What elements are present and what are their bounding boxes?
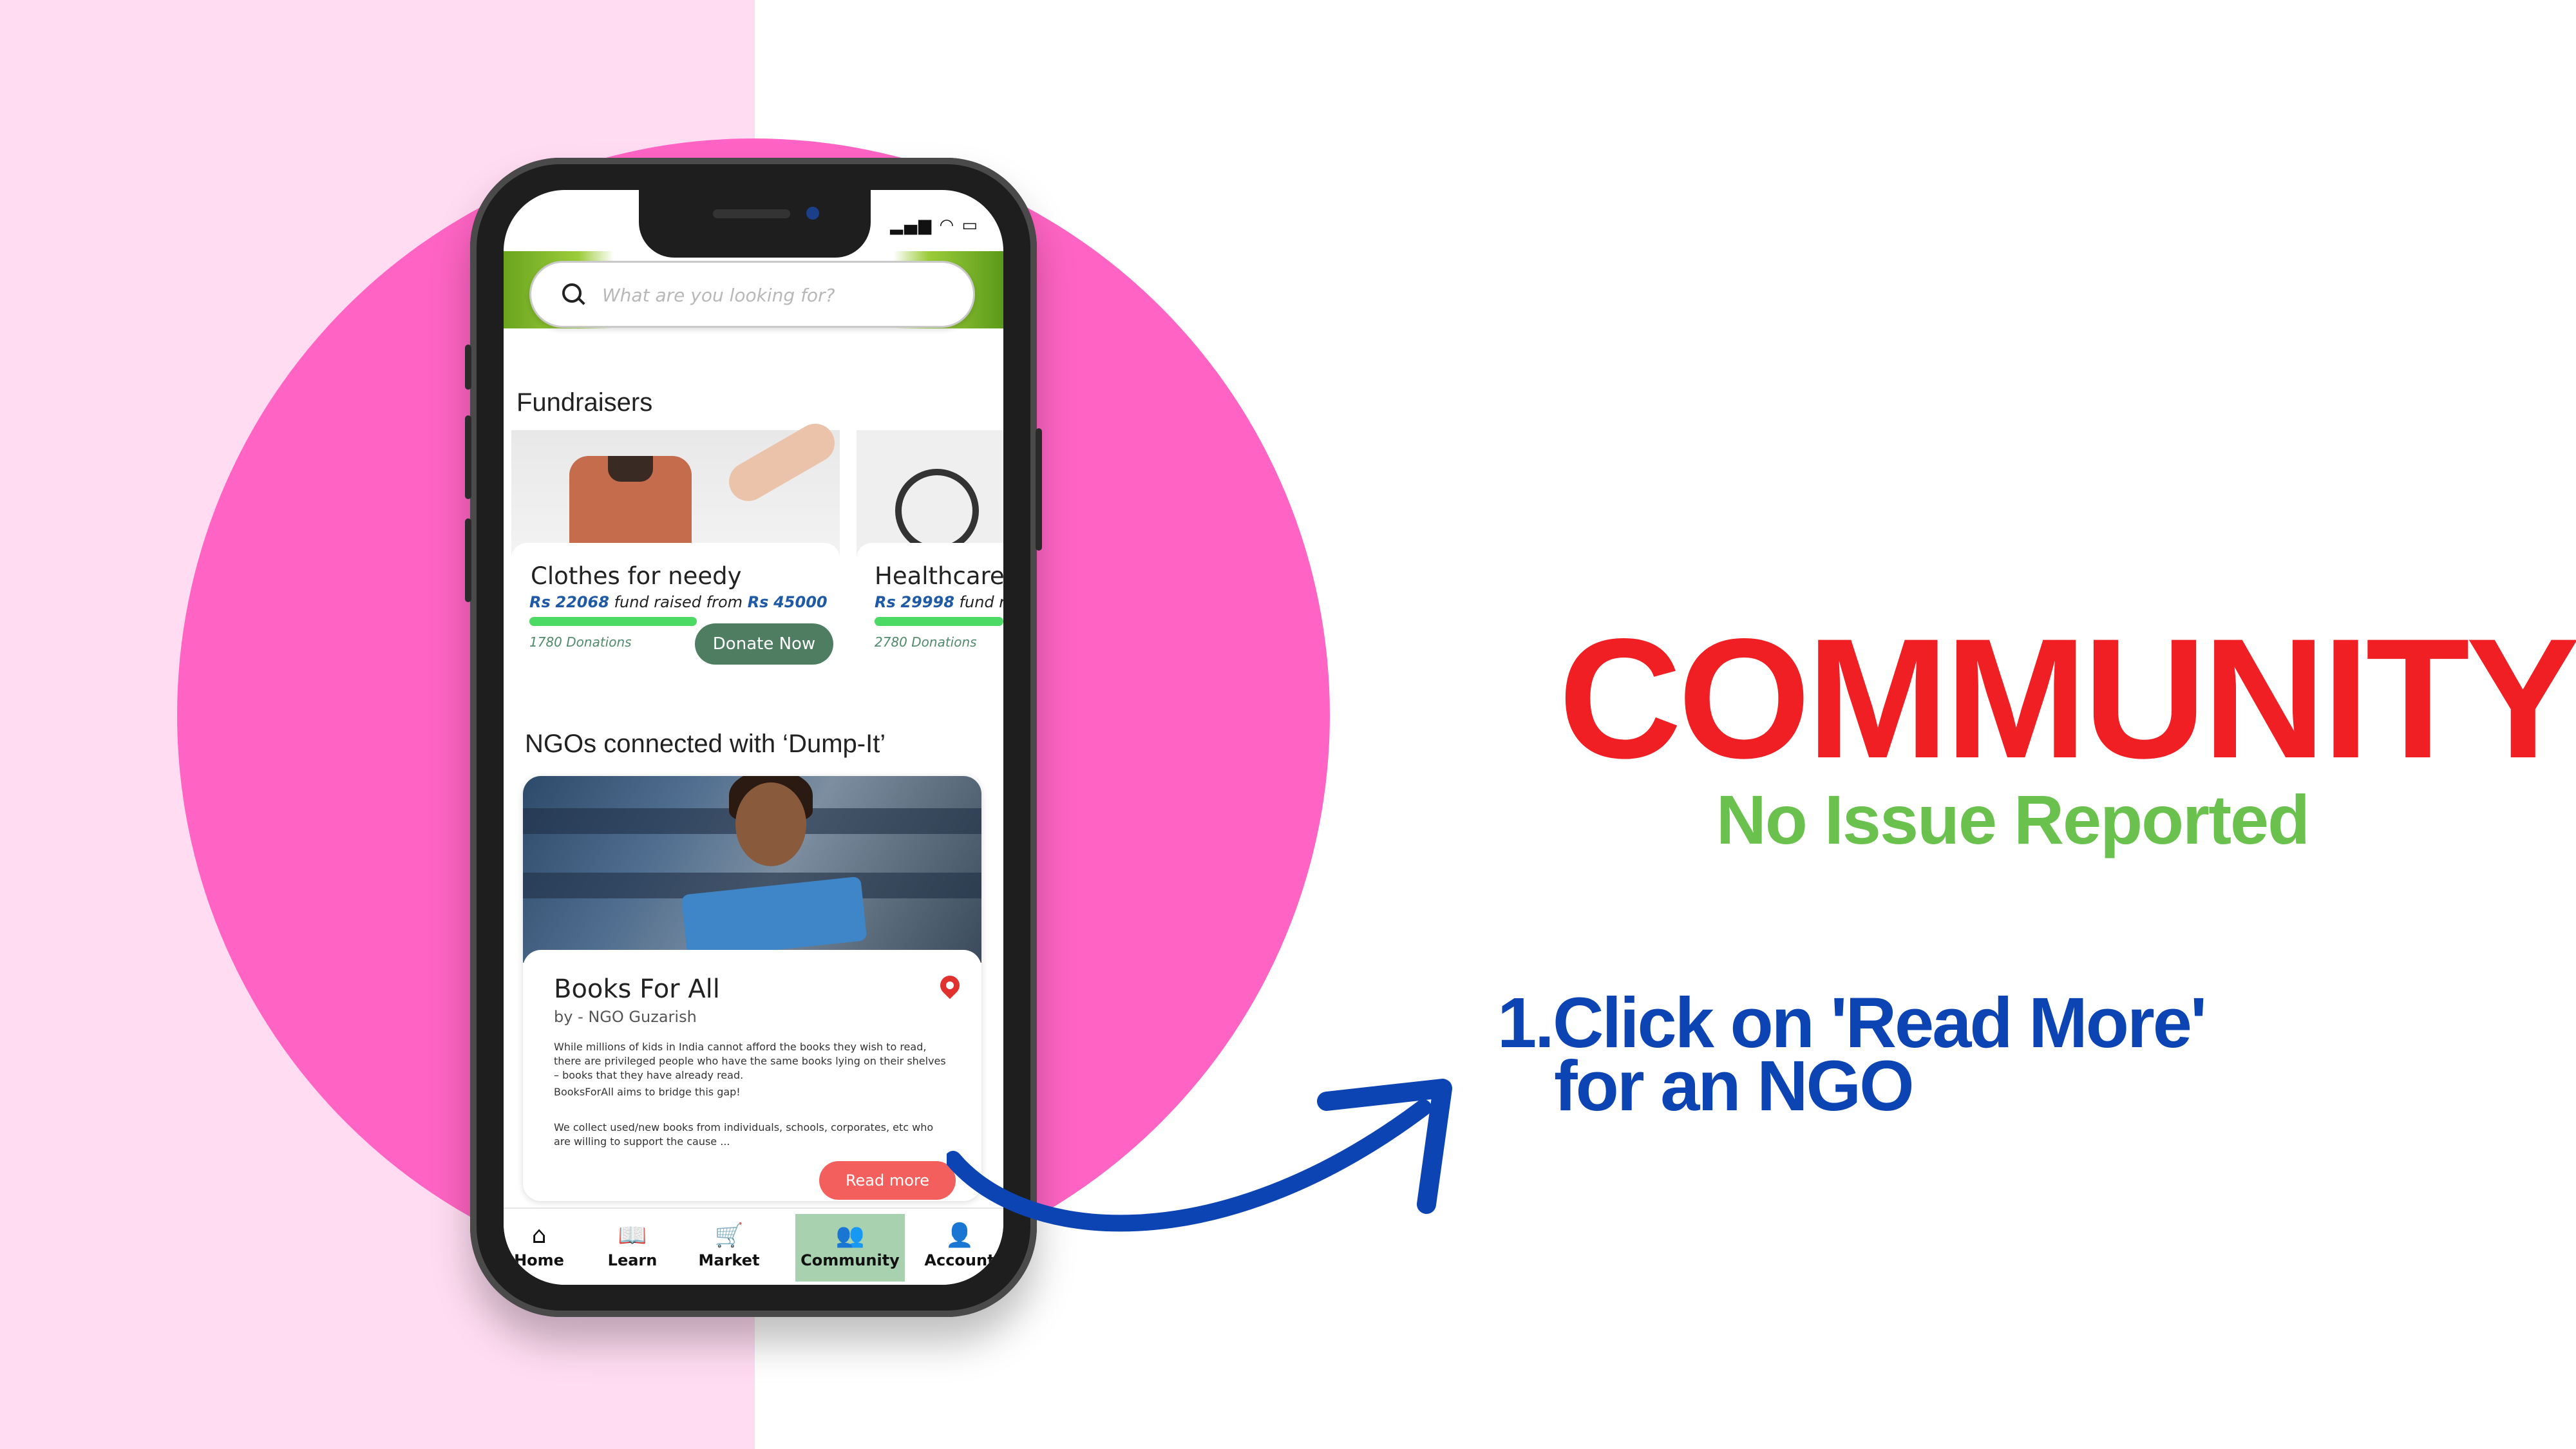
search-bar[interactable]: What are you looking for?: [529, 261, 975, 328]
fund-raised-text: Rs 22068 fund raised from Rs 45000: [529, 593, 828, 611]
location-pin-icon[interactable]: [936, 971, 964, 999]
cart-icon: 🛒: [714, 1222, 744, 1249]
fundraisers-heading: Fundraisers: [516, 388, 653, 417]
donations-count: 1780 Donations: [529, 634, 632, 650]
store-icon: ⌂: [531, 1222, 547, 1249]
pointer-arrow-icon: [947, 1079, 1452, 1232]
raised-label: fund raised from: [614, 593, 743, 611]
power-button: [1036, 428, 1042, 551]
bottom-navigation: ⌂ Home 📖 Learn 🛒 Market 👥 Community 👤 Ac…: [504, 1208, 1003, 1285]
app-screen: ▂▄▆ ◠ ▭ What are you looking for? Fundra…: [504, 190, 1003, 1285]
nav-item-home[interactable]: ⌂ Home: [504, 1214, 574, 1282]
donate-now-button[interactable]: Donate Now: [695, 623, 833, 665]
face-shape: [735, 782, 806, 866]
stethoscope-shape: [895, 469, 979, 553]
ngo-description: BooksForAll aims to bridge this gap!: [554, 1086, 741, 1098]
raised-amount: 22068: [555, 593, 609, 611]
nav-label: Community: [800, 1251, 900, 1269]
ngos-heading: NGOs connected with ‘Dump-It’: [525, 730, 886, 758]
fund-raised-text: Rs 29998 fund ra: [875, 593, 1003, 611]
ngo-by-line: by - NGO Guzarish: [554, 1008, 697, 1026]
ngo-description: We collect used/new books from individua…: [554, 1121, 934, 1148]
currency-label: Rs: [747, 593, 769, 611]
currency-label: Rs: [875, 593, 896, 611]
slide-subtitle: No Issue Reported: [1716, 781, 2310, 858]
jacket-collar-shape: [608, 456, 653, 482]
book-icon: 📖: [618, 1222, 647, 1249]
phone-notch: [639, 190, 871, 258]
nav-item-learn[interactable]: 📖 Learn: [594, 1214, 671, 1282]
fundraiser-title: Clothes for needy: [531, 562, 742, 590]
fundraiser-info: Clothes for needy Rs 22068 fund raised f…: [511, 543, 840, 694]
volume-up-button: [465, 415, 471, 499]
status-bar-icons: ▂▄▆ ◠ ▭: [890, 216, 979, 235]
nav-label: Home: [514, 1251, 564, 1269]
raised-amount: 29998: [900, 593, 954, 611]
progress-bar: [875, 617, 1003, 626]
progress-bar: [529, 617, 697, 626]
people-icon: 👥: [835, 1222, 865, 1249]
fundraiser-info: Healthcare Rs 29998 fund ra 2780 Donatio…: [857, 543, 1003, 694]
nav-label: Learn: [607, 1251, 658, 1269]
instruction-step: 1.Click on 'Read More' for an NGO: [1497, 983, 2207, 1126]
mute-switch: [465, 345, 471, 390]
step-number: 1.: [1497, 983, 1555, 1063]
fundraiser-card[interactable]: Clothes for needy Rs 22068 fund raised f…: [511, 417, 842, 694]
ngo-description: While millions of kids in India cannot a…: [554, 1041, 946, 1081]
donations-count: 2780 Donations: [875, 634, 977, 650]
arm-shape: [722, 417, 842, 508]
raised-label: fund ra: [959, 593, 1003, 611]
search-placeholder[interactable]: What are you looking for?: [602, 285, 835, 306]
ngo-card[interactable]: Books For All by - NGO Guzarish While mi…: [523, 776, 981, 1201]
currency-label: Rs: [529, 593, 551, 611]
clothes-image: [511, 417, 842, 565]
front-camera: [806, 207, 819, 220]
read-more-button[interactable]: Read more: [819, 1161, 956, 1200]
fundraiser-title: Healthcare: [875, 562, 1003, 590]
volume-down-button: [465, 518, 471, 602]
ngo-image: [523, 776, 981, 963]
nav-label: Market: [698, 1251, 760, 1269]
slide-title: COMMUNITY: [1558, 603, 2576, 794]
nav-item-market[interactable]: 🛒 Market: [690, 1214, 768, 1282]
fundraiser-card[interactable]: Healthcare Rs 29998 fund ra 2780 Donatio…: [857, 430, 1003, 694]
goal-amount: 45000: [773, 593, 828, 611]
healthcare-image: [857, 430, 1003, 559]
ngo-title: Books For All: [554, 974, 720, 1004]
nav-item-community[interactable]: 👥 Community: [795, 1214, 905, 1282]
search-icon: [562, 283, 582, 303]
step-line-2: for an NGO: [1554, 1046, 1915, 1126]
speaker-grille: [713, 209, 790, 218]
